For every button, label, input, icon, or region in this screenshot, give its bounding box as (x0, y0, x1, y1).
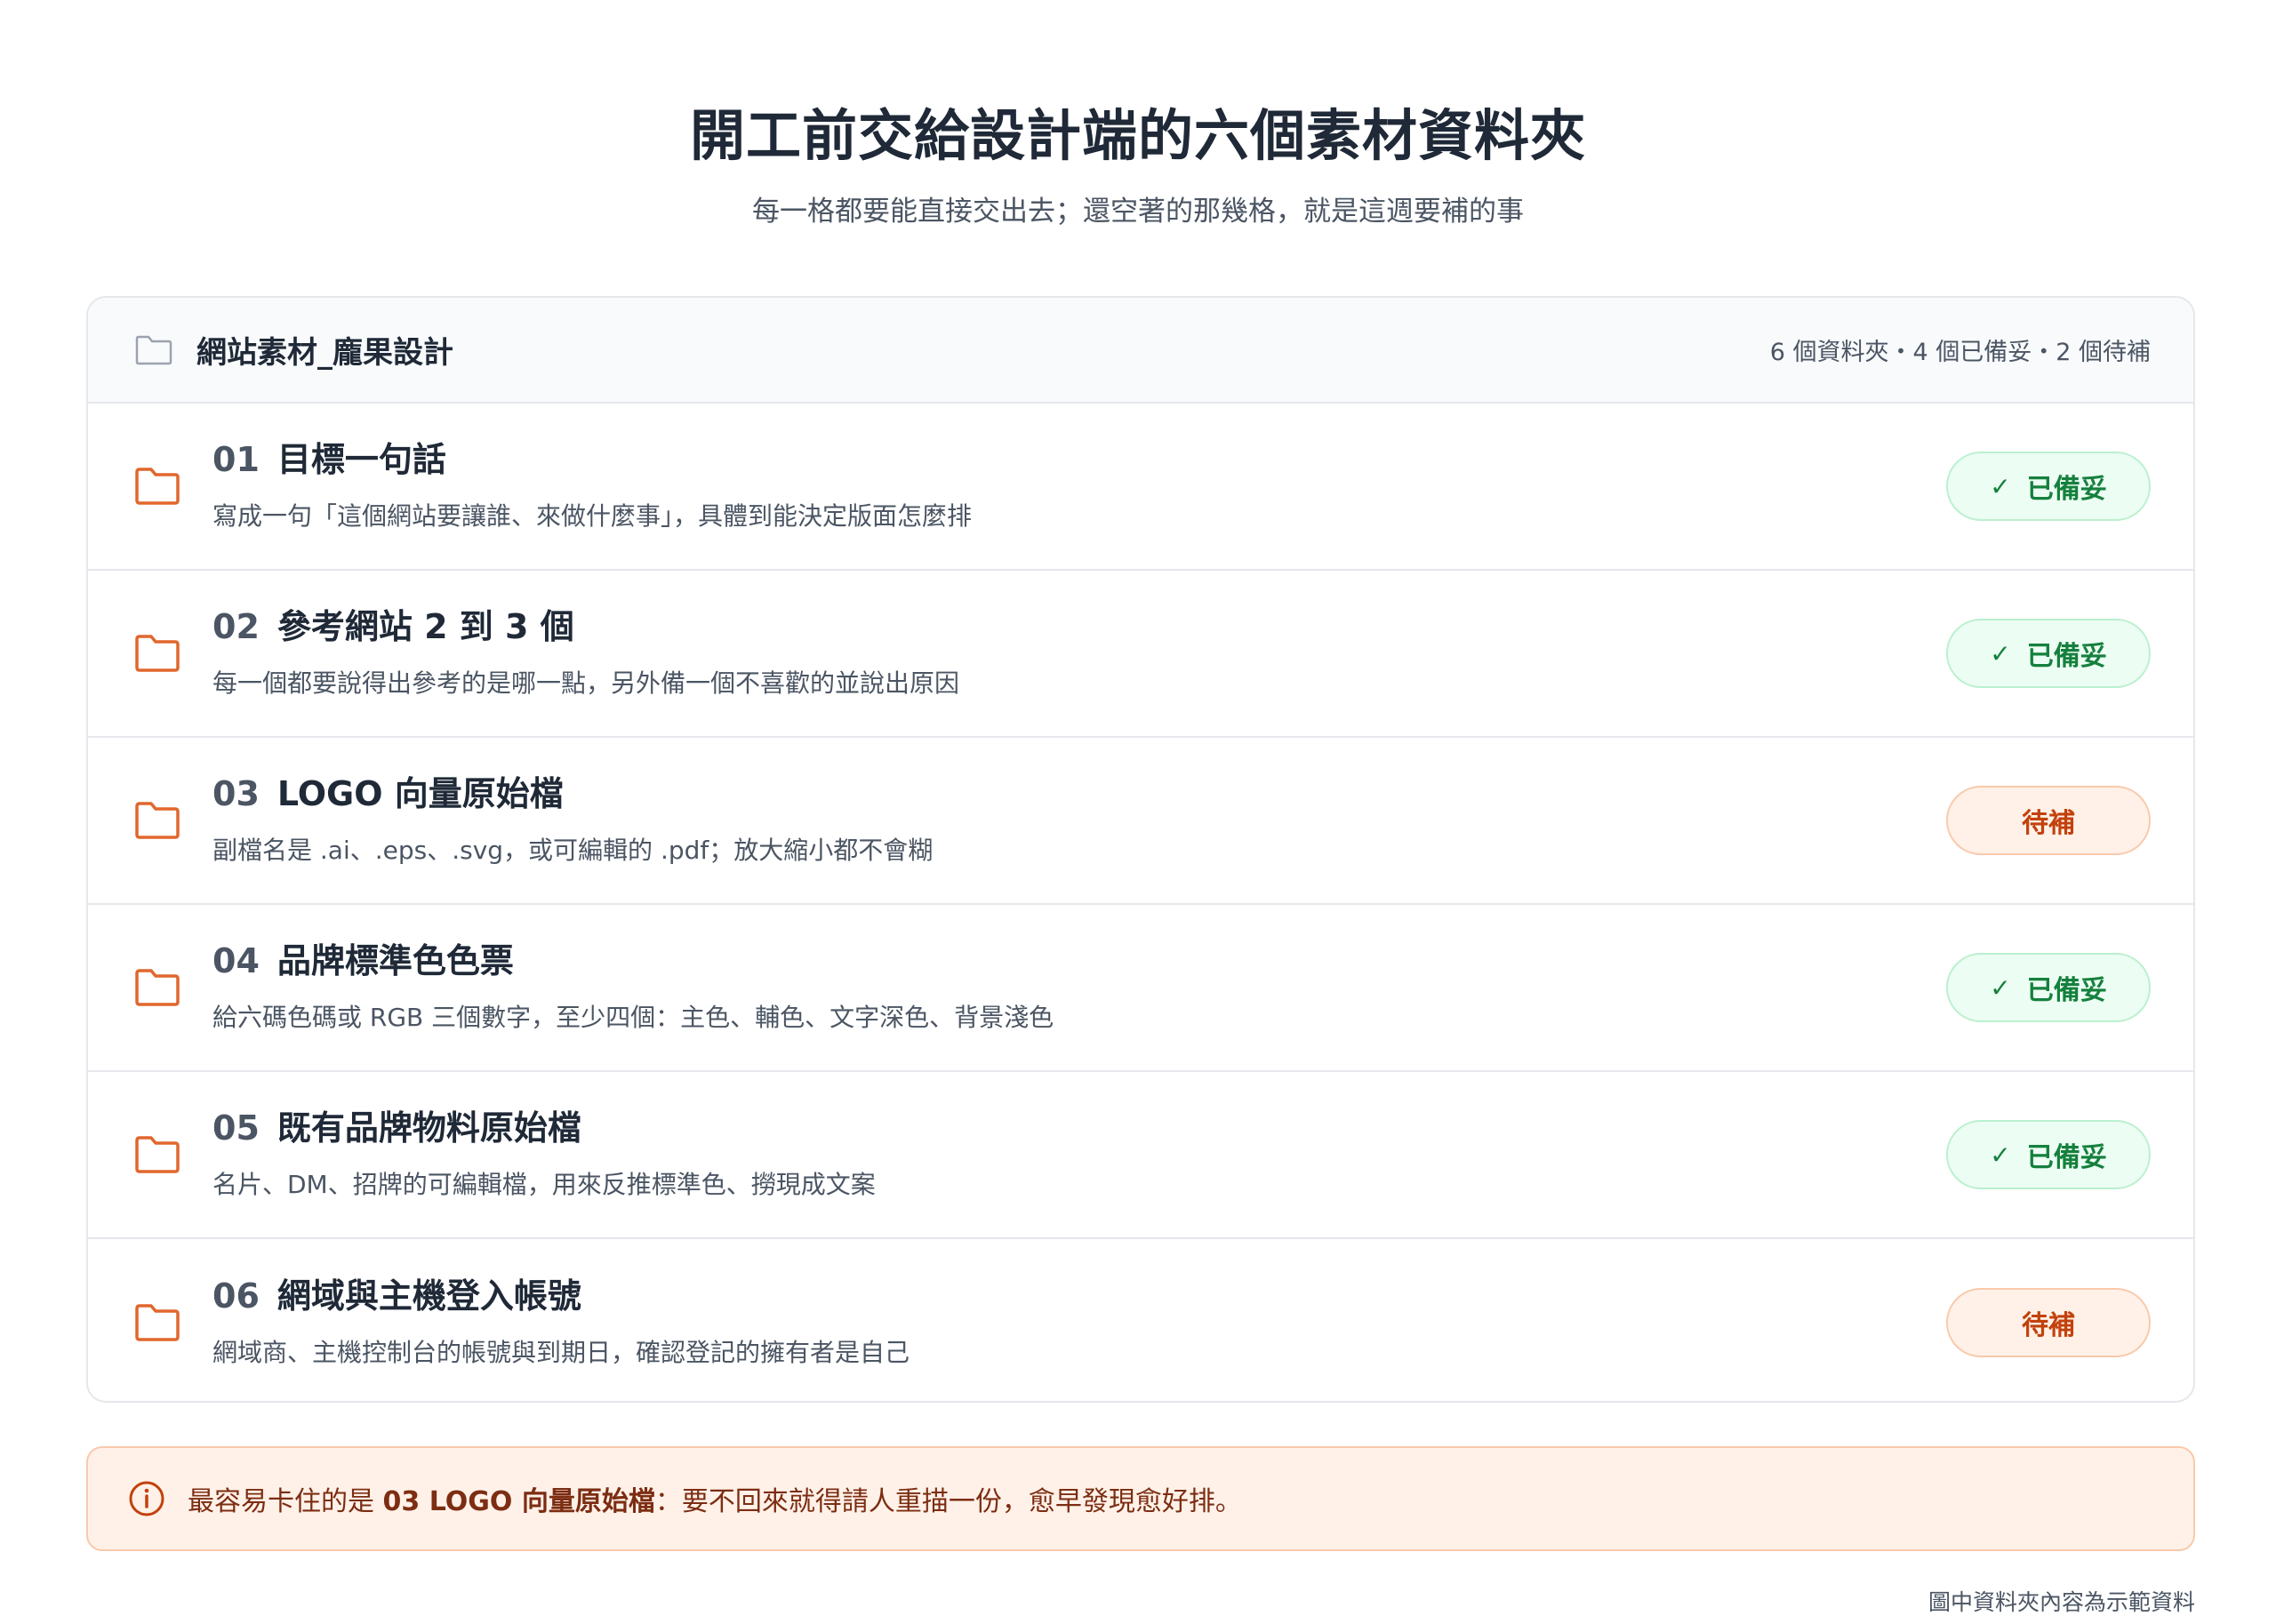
status-badge-ready: ✓ 已備妥 (1946, 619, 2151, 688)
callout-suffix: ：要不回來就得請人重描一份，愈早發現愈好排。 (654, 1486, 1242, 1517)
folder-number: 04 (212, 941, 260, 981)
status-badge-ready: ✓ 已備妥 (1946, 953, 2151, 1022)
folder-row-06[interactable]: 06 網域與主機登入帳號 網域商、主機控制台的帳號與到期日，確認登記的擁有者是自己… (88, 1239, 2193, 1401)
folder-number: 06 (212, 1276, 260, 1316)
folder-title: LOGO 向量原始檔 (276, 774, 564, 814)
panel-summary: 6 個資料夾・4 個已備妥・2 個待補 (1769, 339, 2151, 366)
folder-number: 05 (212, 1108, 260, 1148)
status-label: 已備妥 (2026, 474, 2107, 505)
folder-title: 網域與主機登入帳號 (276, 1276, 581, 1316)
folder-number: 02 (212, 607, 260, 647)
status-badge-pending: 待補 (1946, 786, 2151, 855)
status-label: 已備妥 (2026, 975, 2107, 1006)
folder-title: 既有品牌物料原始檔 (276, 1108, 581, 1148)
status-label: 已備妥 (2026, 1142, 2107, 1173)
status-badge-pending: 待補 (1946, 1288, 2151, 1357)
folder-description: 副檔名是 .ai、.eps、.svg，或可編輯的 .pdf；放大縮小都不會糊 (212, 835, 934, 865)
callout-highlight: 03 LOGO 向量原始檔 (382, 1486, 655, 1517)
folder-row-title: 02 參考網站 2 到 3 個 (212, 607, 1946, 648)
folder-row-title: 06 網域與主機登入帳號 (212, 1276, 1946, 1317)
folder-icon (134, 968, 180, 1007)
folder-number: 01 (212, 440, 260, 480)
callout-prefix: 最容易卡住的是 (188, 1486, 383, 1517)
folder-row-01[interactable]: 01 目標一句話 寫成一句「這個網站要讓誰、來做什麼事」，具體到能決定版面怎麼排 … (88, 404, 2193, 571)
status-label: 待補 (2022, 808, 2075, 839)
folder-row-title: 05 既有品牌物料原始檔 (212, 1108, 1946, 1149)
check-icon: ✓ (1990, 471, 2011, 501)
info-icon (127, 1479, 166, 1518)
folder-description: 每一個都要說得出參考的是哪一點，另外備一個不喜歡的並說出原因 (212, 668, 960, 698)
folder-row-title: 04 品牌標準色色票 (212, 941, 1946, 982)
status-label: 已備妥 (2026, 641, 2107, 672)
folder-title: 目標一句話 (276, 440, 446, 480)
status-badge-ready: ✓ 已備妥 (1946, 1120, 2151, 1189)
folder-row-02[interactable]: 02 參考網站 2 到 3 個 每一個都要說得出參考的是哪一點，另外備一個不喜歡的… (88, 571, 2193, 738)
folder-row-04[interactable]: 04 品牌標準色色票 給六碼色碼或 RGB 三個數字，至少四個：主色、輔色、文字深… (88, 905, 2193, 1072)
status-badge-ready: ✓ 已備妥 (1946, 452, 2151, 521)
folder-row-text: 06 網域與主機登入帳號 網域商、主機控制台的帳號與到期日，確認登記的擁有者是自己 (212, 1276, 1946, 1369)
folder-row-text: 02 參考網站 2 到 3 個 每一個都要說得出參考的是哪一點，另外備一個不喜歡的… (212, 607, 1946, 700)
folder-row-text: 04 品牌標準色色票 給六碼色碼或 RGB 三個數字，至少四個：主色、輔色、文字深… (212, 941, 1946, 1034)
folder-icon (134, 634, 180, 673)
check-icon: ✓ (1990, 972, 2011, 1003)
panel-header: 網站素材_龐果設計 6 個資料夾・4 個已備妥・2 個待補 (88, 298, 2193, 404)
folder-icon (134, 1135, 180, 1174)
folder-row-text: 03 LOGO 向量原始檔 副檔名是 .ai、.eps、.svg，或可編輯的 .p… (212, 774, 1946, 867)
folder-row-03[interactable]: 03 LOGO 向量原始檔 副檔名是 .ai、.eps、.svg，或可編輯的 .p… (88, 738, 2193, 905)
folder-row-text: 05 既有品牌物料原始檔 名片、DM、招牌的可編輯檔，用來反推標準色、撈現成文案 (212, 1108, 1946, 1201)
folder-panel: 網站素材_龐果設計 6 個資料夾・4 個已備妥・2 個待補 01 目標一句話 寫成… (86, 296, 2195, 1403)
folder-number: 03 (212, 774, 260, 814)
folder-description: 網域商、主機控制台的帳號與到期日，確認登記的擁有者是自己 (212, 1337, 910, 1367)
folder-icon (134, 801, 180, 840)
page-title: 開工前交給設計端的六個素材資料夾 (689, 103, 1586, 168)
check-icon: ✓ (1990, 1140, 2011, 1170)
folder-icon (134, 467, 180, 506)
folder-row-05[interactable]: 05 既有品牌物料原始檔 名片、DM、招牌的可編輯檔，用來反推標準色、撈現成文案 … (88, 1072, 2193, 1239)
folder-title: 品牌標準色色票 (276, 941, 514, 981)
callout-note: 最容易卡住的是 03 LOGO 向量原始檔：要不回來就得請人重描一份，愈早發現愈… (86, 1446, 2195, 1551)
folder-description: 名片、DM、招牌的可編輯檔，用來反推標準色、撈現成文案 (212, 1169, 876, 1199)
folder-icon (134, 1303, 180, 1342)
footnote: 圖中資料夾內容為示範資料 (1927, 1589, 2195, 1615)
callout-text: 最容易卡住的是 03 LOGO 向量原始檔：要不回來就得請人重描一份，愈早發現愈… (188, 1479, 1242, 1518)
status-label: 待補 (2022, 1310, 2075, 1341)
folder-title: 參考網站 2 到 3 個 (276, 607, 574, 647)
folder-description: 給六碼色碼或 RGB 三個數字，至少四個：主色、輔色、文字深色、背景淺色 (212, 1002, 1054, 1032)
folder-description: 寫成一句「這個網站要讓誰、來做什麼事」，具體到能決定版面怎麼排 (212, 500, 973, 531)
folder-row-title: 01 目標一句話 (212, 440, 1946, 481)
check-icon: ✓ (1990, 638, 2011, 668)
panel-folder-name: 網站素材_龐果設計 (196, 335, 453, 371)
page-subtitle: 每一格都要能直接交出去；還空著的那幾格，就是這週要補的事 (752, 196, 1524, 228)
folder-row-title: 03 LOGO 向量原始檔 (212, 774, 1946, 815)
folder-outline-icon (134, 334, 173, 366)
folder-row-text: 01 目標一句話 寫成一句「這個網站要讓誰、來做什麼事」，具體到能決定版面怎麼排 (212, 440, 1946, 532)
